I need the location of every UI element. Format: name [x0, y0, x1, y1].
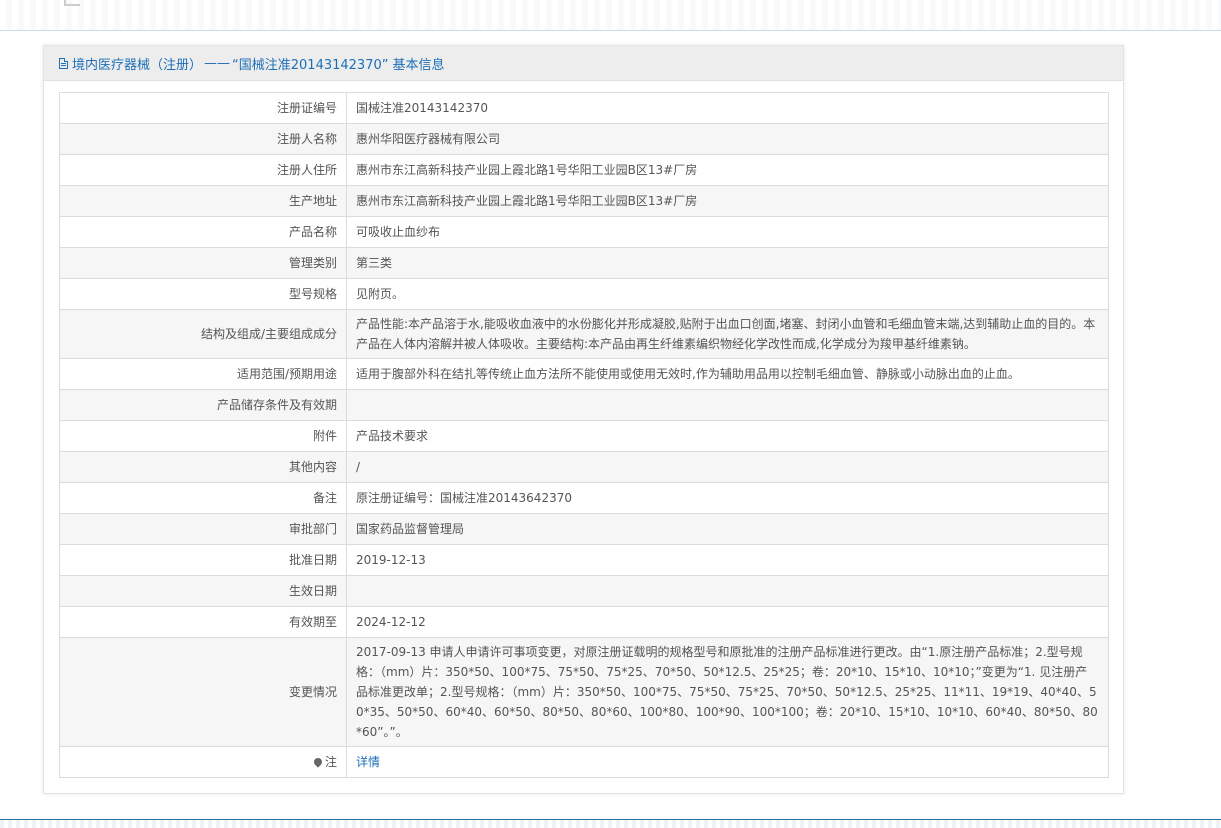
row-value: 产品性能:本产品溶于水,能吸收血液中的水份膨化并形成凝胶,贴附于出血口创面,堵塞… [346, 309, 1109, 359]
row-label: 有效期至 [59, 606, 347, 638]
row-value: 原注册证编号：国械注准20143642370 [346, 482, 1109, 514]
row-label: 备注 [59, 482, 347, 514]
row-label: 生效日期 [59, 575, 347, 607]
row-label: 型号规格 [59, 278, 347, 310]
row-label: 注册人名称 [59, 123, 347, 155]
row-value: / [346, 451, 1109, 483]
table-row: 生产地址 惠州市东江高新科技产业园上霞北路1号华阳工业园B区13#厂房 [59, 185, 1109, 217]
map-pin-icon [312, 756, 324, 768]
row-value: 可吸收止血纱布 [346, 216, 1109, 248]
row-value [346, 389, 1109, 421]
row-label: 其他内容 [59, 451, 347, 483]
row-label: 产品储存条件及有效期 [59, 389, 347, 421]
table-row: 注册证编号 国械注准20143142370 [59, 92, 1109, 124]
table-row: 注册人住所 惠州市东江高新科技产业园上霞北路1号华阳工业园B区13#厂房 [59, 154, 1109, 186]
details-link[interactable]: 详情 [356, 755, 380, 769]
row-value: 惠州市东江高新科技产业园上霞北路1号华阳工业园B区13#厂房 [346, 185, 1109, 217]
row-label: 注册人住所 [59, 154, 347, 186]
table-row: 变更情况 2017-09-13 申请人申请许可事项变更，对原注册证载明的规格型号和… [59, 637, 1109, 747]
panel-header: 境内医疗器械（注册） —— “国械注准20143142370” 基本信息 [44, 46, 1123, 81]
table-row: 有效期至 2024-12-12 [59, 606, 1109, 638]
row-value: 见附页。 [346, 278, 1109, 310]
row-label: 审批部门 [59, 513, 347, 545]
table-row: 型号规格 见附页。 [59, 278, 1109, 310]
row-value: 国家药品监督管理局 [346, 513, 1109, 545]
row-label: 产品名称 [59, 216, 347, 248]
title-dash: —— [204, 55, 231, 71]
row-value: 产品技术要求 [346, 420, 1109, 452]
row-value: 2019-12-13 [346, 544, 1109, 576]
note-label-cell: 注 [59, 746, 347, 778]
table-row-note: 注 详情 [59, 746, 1109, 778]
info-table: 注册证编号 国械注准20143142370 注册人名称 惠州华阳医疗器械有限公司 注… [59, 92, 1109, 778]
row-value: 第三类 [346, 247, 1109, 279]
row-label: 附件 [59, 420, 347, 452]
table-row: 产品储存条件及有效期 [59, 389, 1109, 421]
row-label: 结构及组成/主要组成成分 [59, 309, 347, 359]
row-value: 2024-12-12 [346, 606, 1109, 638]
info-panel: 境内医疗器械（注册） —— “国械注准20143142370” 基本信息 注册证… [43, 45, 1124, 794]
note-value-cell: 详情 [346, 746, 1109, 778]
table-row: 注册人名称 惠州华阳医疗器械有限公司 [59, 123, 1109, 155]
table-row: 附件 产品技术要求 [59, 420, 1109, 452]
table-row: 生效日期 [59, 575, 1109, 607]
note-label: 注 [324, 755, 337, 769]
row-label: 批准日期 [59, 544, 347, 576]
row-value: 惠州华阳医疗器械有限公司 [346, 123, 1109, 155]
title-suffix: 基本信息 [392, 57, 445, 73]
row-label: 适用范围/预期用途 [59, 358, 347, 390]
row-value: 惠州市东江高新科技产业园上霞北路1号华阳工业园B区13#厂房 [346, 154, 1109, 186]
row-label: 变更情况 [59, 637, 347, 747]
table-row: 其他内容 / [59, 451, 1109, 483]
title-reg-no: “国械注准20143142370” [232, 57, 389, 73]
title-prefix: 境内医疗器械（注册） [72, 57, 203, 73]
top-strip [0, 0, 1221, 31]
row-label: 生产地址 [59, 185, 347, 217]
row-value [346, 575, 1109, 607]
table-row: 产品名称 可吸收止血纱布 [59, 216, 1109, 248]
table-row: 批准日期 2019-12-13 [59, 544, 1109, 576]
row-label: 注册证编号 [59, 92, 347, 124]
row-value: 国械注准20143142370 [346, 92, 1109, 124]
document-icon [59, 57, 68, 69]
table-row: 管理类别 第三类 [59, 247, 1109, 279]
row-value: 适用于腹部外科在结扎等传统止血方法所不能使用或使用无效时,作为辅助用品用以控制毛… [346, 358, 1109, 390]
table-row: 审批部门 国家药品监督管理局 [59, 513, 1109, 545]
table-row: 结构及组成/主要组成成分 产品性能:本产品溶于水,能吸收血液中的水份膨化并形成凝胶… [59, 309, 1109, 359]
table-row: 备注 原注册证编号：国械注准20143642370 [59, 482, 1109, 514]
table-row: 适用范围/预期用途 适用于腹部外科在结扎等传统止血方法所不能使用或使用无效时,作为… [59, 358, 1109, 390]
row-value: 2017-09-13 申请人申请许可事项变更，对原注册证载明的规格型号和原批准的… [346, 637, 1109, 747]
top-mark [64, 0, 80, 6]
row-label: 管理类别 [59, 247, 347, 279]
